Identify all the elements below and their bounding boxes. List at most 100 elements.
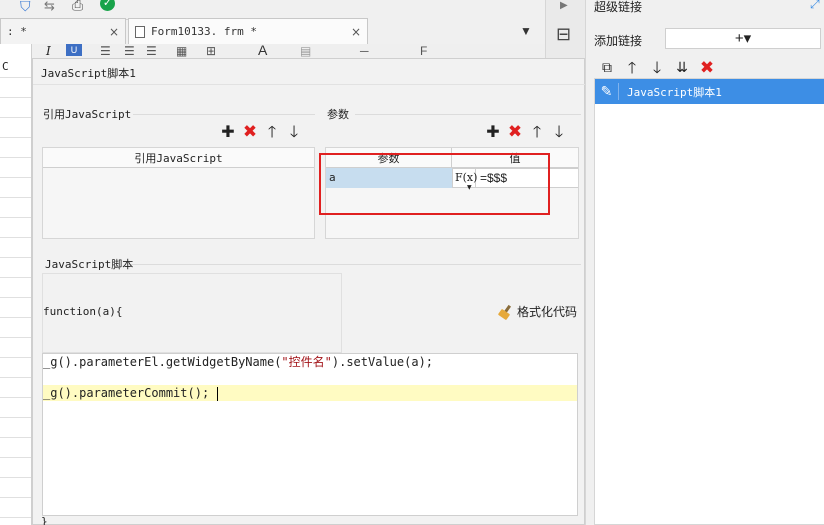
sheet-row[interactable] [0, 298, 31, 318]
column-header-ref[interactable]: 引用JavaScript [43, 148, 314, 167]
expand-icon[interactable]: ⤢ [810, 0, 820, 12]
sheet-row[interactable] [0, 198, 31, 218]
transfer-icon[interactable]: ⇆ [44, 0, 55, 14]
function-header: function(a){ [43, 305, 123, 318]
table-icon[interactable]: ▦ [176, 44, 187, 58]
sheet-row[interactable] [0, 258, 31, 278]
delete-param-button[interactable]: ✖ [504, 122, 526, 142]
sheet-row[interactable] [0, 78, 31, 98]
align-right-icon[interactable]: ☰ [146, 44, 157, 58]
chart-icon[interactable]: ─ [360, 44, 369, 58]
dialog-title: JavaScript脚本1 [41, 67, 136, 80]
sheet-row[interactable] [0, 458, 31, 478]
move-up-ref-button[interactable]: 🡑 [261, 122, 283, 142]
ref-toolbar: ✚ ✖ 🡑 🡓 [217, 122, 305, 142]
sheet-row[interactable] [0, 358, 31, 378]
tab-label: : * [7, 25, 27, 38]
sheet-row[interactable] [0, 178, 31, 198]
params-toolbar: ✚ ✖ 🡑 🡓 [482, 122, 570, 142]
list-item[interactable]: ✎ JavaScript脚本1 [595, 79, 824, 104]
tab-previous[interactable]: : * × [0, 18, 126, 44]
ref-table: 引用JavaScript [42, 147, 315, 239]
preview-icon[interactable]: ⎙ [72, 0, 83, 14]
add-link-label: 添加链接 [594, 34, 643, 48]
javascript-dialog: JavaScript脚本1 引用JavaScript ✚ ✖ 🡑 🡓 引用Jav… [32, 58, 586, 525]
align-left-icon[interactable]: ☰ [100, 44, 111, 58]
sheet-row[interactable] [0, 238, 31, 258]
tab-label: Form10133. frm * [151, 25, 257, 38]
spreadsheet-column: C [0, 44, 32, 525]
add-ref-button[interactable]: ✚ [217, 122, 239, 142]
close-icon[interactable]: × [351, 25, 361, 39]
sort-icon[interactable]: ⇊ [671, 58, 693, 78]
close-icon[interactable]: × [109, 25, 119, 39]
move-up-param-button[interactable]: 🡑 [526, 122, 548, 142]
sheet-row[interactable] [0, 118, 31, 138]
font-color-icon[interactable]: A [258, 42, 267, 58]
top-toolbar: ⛉ ⇆ ⎙ ✓ [0, 0, 140, 20]
sheet-row[interactable] [0, 218, 31, 238]
formula-icon[interactable]: F [420, 44, 427, 58]
move-up-link-button[interactable]: 🡑 [621, 58, 643, 78]
link-list: ✎ JavaScript脚本1 [594, 78, 824, 525]
sheet-row[interactable] [0, 418, 31, 438]
code-line: _g().parameterCommit(); [43, 385, 219, 401]
move-down-param-button[interactable]: 🡓 [548, 122, 570, 142]
sheet-row[interactable] [0, 478, 31, 498]
sheet-row[interactable] [0, 158, 31, 178]
collapse-arrow-icon[interactable]: ▶ [560, 0, 568, 11]
divider [131, 264, 581, 265]
code-editor[interactable]: _g().parameterEl.getWidgetByName("控件名").… [42, 353, 578, 516]
sheet-row[interactable] [0, 138, 31, 158]
column-header [0, 44, 31, 60]
divider [33, 84, 586, 85]
italic-icon[interactable]: I [46, 44, 51, 58]
edit-icon[interactable]: ✎ [595, 83, 619, 100]
sheet-row[interactable] [0, 438, 31, 458]
grid-icon[interactable]: ▤ [300, 44, 311, 58]
divider [133, 114, 315, 115]
delete-link-button[interactable]: ✖ [696, 58, 718, 78]
text-cursor [217, 386, 219, 401]
sheet-row[interactable] [0, 398, 31, 418]
divider [355, 114, 581, 115]
move-down-link-button[interactable]: 🡓 [646, 58, 668, 78]
shield-icon[interactable]: ⛉ [20, 0, 31, 15]
highlight-box [319, 153, 550, 215]
params-section-label: 参数 [327, 108, 349, 121]
delete-ref-button[interactable]: ✖ [239, 122, 261, 142]
move-down-ref-button[interactable]: 🡓 [283, 122, 305, 142]
align-center-icon[interactable]: ☰ [124, 44, 135, 58]
link-toolbar: ⧉ 🡑 🡓 ⇊ ✖ [596, 58, 718, 78]
layout-icon[interactable]: ⊟ [556, 24, 571, 45]
check-icon[interactable]: ✓ [100, 0, 115, 11]
closing-brace: } [41, 515, 48, 525]
add-param-button[interactable]: ✚ [482, 122, 504, 142]
sheet-row[interactable] [0, 498, 31, 518]
panel-title: 超级链接 [594, 0, 643, 14]
script-section-label: JavaScript脚本 [45, 258, 134, 271]
sheet-row[interactable] [0, 318, 31, 338]
underline-icon[interactable]: U [66, 44, 82, 56]
border-icon[interactable]: ⊞ [206, 44, 216, 58]
ref-section-label: 引用JavaScript [43, 108, 132, 121]
copy-icon[interactable]: ⧉ [596, 58, 618, 78]
format-code-button[interactable]: 格式化代码 [497, 303, 578, 320]
tab-menu-icon[interactable]: ▼ [520, 24, 532, 38]
column-letter: C [0, 60, 31, 78]
sheet-row[interactable] [0, 338, 31, 358]
sheet-row[interactable] [0, 378, 31, 398]
document-icon [135, 25, 145, 38]
sheet-row[interactable] [0, 518, 31, 525]
side-strip: ▶ ⊟ [545, 0, 585, 58]
add-link-button[interactable]: +▾ [665, 28, 821, 49]
ref-table-header: 引用JavaScript [43, 148, 314, 168]
code-line: _g().parameterEl.getWidgetByName("控件名").… [43, 355, 434, 369]
tab-form[interactable]: Form10133. frm * × [128, 18, 368, 44]
sheet-row[interactable] [0, 278, 31, 298]
broom-icon [497, 304, 513, 320]
sheet-row[interactable] [0, 98, 31, 118]
list-item-label: JavaScript脚本1 [627, 85, 722, 99]
hyperlink-panel: 超级链接 ⤢ 添加链接 +▾ ⧉ 🡑 🡓 ⇊ ✖ ✎ JavaScript脚本1 [585, 0, 824, 525]
format-code-label: 格式化代码 [517, 305, 578, 319]
